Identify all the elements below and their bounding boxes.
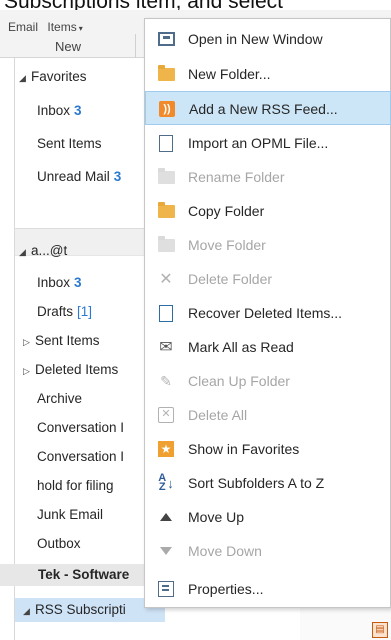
move-folder-icon xyxy=(157,235,175,254)
menu-label: New Folder... xyxy=(188,66,271,82)
folder-label: RSS Subscripti xyxy=(35,602,126,617)
folder-label: Outbox xyxy=(37,536,81,551)
menu-label: Mark All as Read xyxy=(188,339,294,355)
folder-label: Unread Mail xyxy=(37,169,110,184)
menu-item-import-opml[interactable]: Import an OPML File... xyxy=(145,126,391,160)
favorites-header-label: Favorites xyxy=(31,69,87,84)
menu-item-open-new-window[interactable]: Open in New Window xyxy=(145,22,391,56)
delete-folder-icon: ✕ xyxy=(159,271,173,288)
folder-label: Conversation I xyxy=(37,449,125,464)
menu-label: Move Folder xyxy=(188,237,266,253)
folder-label: Tek - Software xyxy=(38,567,130,582)
account-header[interactable]: ◢ a...@t xyxy=(19,238,159,264)
menu-item-add-rss-feed[interactable]: )) Add a New RSS Feed... xyxy=(145,91,391,125)
collapse-triangle-icon: ◢ xyxy=(19,247,26,257)
unread-count: 3 xyxy=(113,169,122,184)
folder-pane: ◢ Favorites Inbox 3 Sent Items Unread Mail… xyxy=(14,58,165,640)
folder-context-menu: Open in New Window New Folder... )) Add … xyxy=(144,18,391,608)
delete-all-icon: ✕ xyxy=(157,406,175,424)
menu-label: Delete Folder xyxy=(188,271,273,287)
recover-icon xyxy=(157,304,175,322)
import-icon xyxy=(157,134,175,152)
menu-label: Open in New Window xyxy=(188,31,323,47)
menu-item-move-folder[interactable]: Move Folder xyxy=(145,228,391,262)
menu-item-mark-all-read[interactable]: ✉ Mark All as Read xyxy=(145,330,391,364)
menu-label: Move Up xyxy=(188,509,245,525)
collapse-triangle-icon: ◢ xyxy=(23,606,30,616)
sort-icon: A Z ↓ xyxy=(158,472,174,493)
draft-count: [1] xyxy=(77,304,93,319)
ribbon-row: Email Items ▾ xyxy=(8,20,83,34)
sidebar-item-rss-subscriptions[interactable]: ◢ RSS Subscripti xyxy=(23,597,163,623)
rss-icon: )) xyxy=(158,100,176,118)
sidebar-item-sent-items[interactable]: ▷ Sent Items xyxy=(23,328,163,354)
menu-label: Sort Subfolders A to Z xyxy=(188,475,325,491)
rss-item-icon: ▤ xyxy=(372,622,388,638)
folder-icon xyxy=(157,64,175,83)
menu-label: Import an OPML File... xyxy=(188,135,329,151)
favorites-header[interactable]: ◢ Favorites xyxy=(19,64,159,90)
clean-up-icon: ✎ xyxy=(160,372,172,389)
sidebar-item-deleted-items[interactable]: ▷ Deleted Items xyxy=(23,357,163,383)
menu-item-delete-all[interactable]: ✕ Delete All xyxy=(145,398,391,432)
unread-count: 3 xyxy=(74,275,82,290)
menu-item-show-in-favorites[interactable]: ★ Show in Favorites xyxy=(145,432,391,466)
unread-count: 3 xyxy=(74,103,82,118)
new-group-label: New xyxy=(55,39,82,54)
rename-icon xyxy=(157,167,175,186)
menu-label: Clean Up Folder xyxy=(188,373,290,389)
star-icon: ★ xyxy=(157,440,175,458)
menu-item-sort-subfolders[interactable]: A Z ↓ Sort Subfolders A to Z xyxy=(145,466,391,500)
items-button[interactable]: Items ▾ xyxy=(47,20,82,34)
menu-item-copy-folder[interactable]: Copy Folder xyxy=(145,194,391,228)
menu-label: Properties... xyxy=(188,581,264,597)
menu-item-properties[interactable]: Properties... xyxy=(145,572,391,606)
menu-label: Recover Deleted Items... xyxy=(188,305,343,321)
menu-label: Add a New RSS Feed... xyxy=(189,101,338,117)
ribbon-separator xyxy=(135,34,136,58)
mark-read-icon: ✉ xyxy=(159,339,173,356)
menu-item-delete-folder[interactable]: ✕ Delete Folder xyxy=(145,262,391,296)
folder-label: Junk Email xyxy=(37,507,104,522)
menu-label: Delete All xyxy=(188,407,248,423)
expand-triangle-icon: ▷ xyxy=(23,337,30,347)
collapse-triangle-icon: ◢ xyxy=(19,73,26,83)
email-button[interactable]: Email xyxy=(8,20,38,34)
folder-label: Sent Items xyxy=(37,136,102,151)
menu-label: Show in Favorites xyxy=(188,441,300,457)
items-label: Items xyxy=(47,20,77,34)
menu-label: Rename Folder xyxy=(188,169,285,185)
folder-label: Drafts xyxy=(37,304,74,319)
menu-item-recover-deleted[interactable]: Recover Deleted Items... xyxy=(145,296,391,330)
menu-item-rename-folder[interactable]: Rename Folder xyxy=(145,160,391,194)
new-window-icon xyxy=(157,30,175,48)
folder-label: Deleted Items xyxy=(35,362,119,377)
menu-item-new-folder[interactable]: New Folder... xyxy=(145,57,391,91)
menu-item-clean-up-folder[interactable]: ✎ Clean Up Folder xyxy=(145,364,391,398)
menu-item-move-up[interactable]: Move Up xyxy=(145,500,391,534)
menu-label: Move Down xyxy=(188,543,262,559)
folder-label: hold for filing xyxy=(37,478,114,493)
folder-label: Archive xyxy=(37,391,83,406)
folder-label: Inbox xyxy=(37,275,71,290)
arrow-up-icon xyxy=(157,508,175,526)
folder-label: Inbox xyxy=(37,103,71,118)
account-header-label: a...@t xyxy=(31,243,68,258)
properties-icon xyxy=(157,580,175,598)
copy-folder-icon xyxy=(157,201,175,220)
folder-label: Conversation I xyxy=(37,420,125,435)
arrow-down-icon xyxy=(157,542,175,560)
menu-label: Copy Folder xyxy=(188,203,265,219)
folder-label: Sent Items xyxy=(35,333,100,348)
chevron-down-icon: ▾ xyxy=(78,24,83,33)
expand-triangle-icon: ▷ xyxy=(23,366,30,376)
menu-item-move-down[interactable]: Move Down xyxy=(145,534,391,568)
